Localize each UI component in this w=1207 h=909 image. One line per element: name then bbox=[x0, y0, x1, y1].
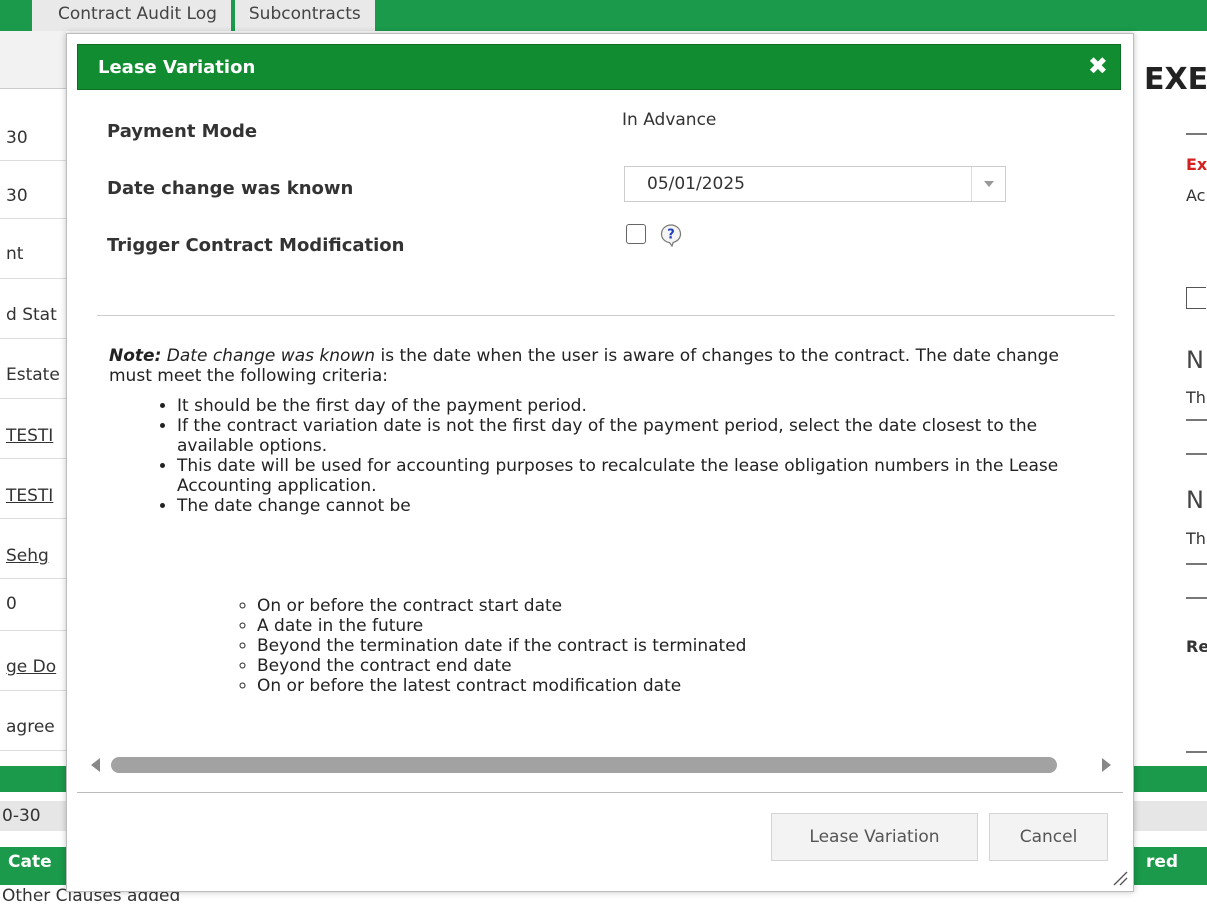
background-left-item: 0 bbox=[6, 594, 17, 614]
cancel-button[interactable]: Cancel bbox=[989, 813, 1108, 861]
background-left-item: nt bbox=[6, 244, 24, 264]
background-divider bbox=[0, 338, 66, 339]
background-divider bbox=[1186, 453, 1207, 455]
background-divider bbox=[0, 690, 66, 691]
list-item: If the contract variation date is not th… bbox=[177, 416, 1087, 456]
trigger-modification-label: Trigger Contract Modification bbox=[107, 235, 405, 256]
background-divider bbox=[1186, 597, 1207, 599]
background-divider bbox=[0, 218, 66, 219]
background-left-item: 30 bbox=[6, 128, 28, 148]
note-text: Note: Date change was known is the date … bbox=[109, 346, 1069, 386]
background-column-header: Cate bbox=[8, 852, 52, 872]
background-right-text: Ac bbox=[1186, 186, 1206, 205]
background-divider bbox=[0, 398, 66, 399]
sub-criteria-list: On or before the contract start date A d… bbox=[217, 596, 1017, 696]
tab-contract-audit-log[interactable]: Contract Audit Log bbox=[28, 0, 231, 31]
background-checkbox[interactable] bbox=[1186, 287, 1206, 309]
help-icon[interactable]: ? bbox=[659, 223, 683, 247]
background-right-text: N bbox=[1186, 346, 1204, 374]
list-item: Beyond the termination date if the contr… bbox=[257, 636, 1017, 656]
horizontal-scrollbar[interactable] bbox=[81, 752, 1127, 776]
background-column-header: red bbox=[1146, 852, 1179, 872]
scrollbar-thumb[interactable] bbox=[111, 757, 1057, 773]
note-prefix: Note: bbox=[109, 346, 162, 366]
chevron-down-icon[interactable] bbox=[971, 167, 1005, 201]
background-divider bbox=[1186, 563, 1207, 565]
payment-mode-value: In Advance bbox=[622, 110, 717, 130]
background-left-item: 30 bbox=[6, 186, 28, 206]
background-right-text: N bbox=[1186, 486, 1204, 514]
close-icon[interactable]: ✖ bbox=[1088, 53, 1108, 79]
payment-mode-label: Payment Mode bbox=[107, 121, 258, 142]
background-heading: EXE bbox=[1144, 62, 1207, 97]
footer-divider bbox=[77, 792, 1123, 793]
date-known-value: 05/01/2025 bbox=[647, 174, 745, 194]
background-left-link[interactable]: TESTI bbox=[6, 426, 66, 446]
background-right-text: Th bbox=[1186, 388, 1206, 407]
lease-variation-button[interactable]: Lease Variation bbox=[771, 813, 978, 861]
background-tabs: Contract Audit Log Subcontracts bbox=[28, 0, 375, 31]
background-divider bbox=[0, 750, 66, 751]
scroll-right-arrow-icon[interactable] bbox=[1102, 758, 1111, 772]
criteria-list: It should be the first day of the paymen… bbox=[147, 396, 1087, 516]
background-right-text: Ex bbox=[1186, 155, 1207, 174]
dialog-header: Lease Variation ✖ bbox=[77, 44, 1121, 90]
background-left-link[interactable]: ge Do bbox=[6, 657, 66, 677]
tab-subcontracts[interactable]: Subcontracts bbox=[230, 0, 375, 31]
scroll-left-arrow-icon[interactable] bbox=[91, 758, 100, 772]
background-divider bbox=[1186, 133, 1207, 135]
background-row-text: 0-30 bbox=[2, 806, 41, 826]
background-divider bbox=[0, 160, 66, 161]
list-item: It should be the first day of the paymen… bbox=[177, 396, 1087, 416]
background-divider bbox=[0, 630, 66, 631]
background-left-header bbox=[0, 31, 66, 89]
note-term: Date change was known bbox=[166, 346, 376, 366]
background-divider bbox=[1186, 419, 1207, 421]
resize-handle-icon[interactable] bbox=[1111, 869, 1129, 887]
list-item: On or before the contract start date bbox=[257, 596, 1017, 616]
background-left-item: agree bbox=[6, 717, 55, 737]
background-divider bbox=[0, 518, 66, 519]
background-divider bbox=[1186, 751, 1207, 753]
list-item: This date will be used for accounting pu… bbox=[177, 456, 1087, 496]
svg-text:?: ? bbox=[667, 228, 675, 243]
background-left-link[interactable]: TESTI bbox=[6, 486, 66, 506]
trigger-modification-checkbox[interactable] bbox=[626, 224, 646, 244]
background-divider bbox=[0, 278, 66, 279]
list-item: On or before the latest contract modific… bbox=[257, 676, 1017, 696]
background-right-text: Th bbox=[1186, 529, 1206, 548]
lease-variation-dialog: Lease Variation ✖ Payment Mode In Advanc… bbox=[66, 33, 1134, 892]
date-known-dropdown[interactable]: 05/01/2025 bbox=[624, 166, 1006, 202]
background-left-item: Estate bbox=[6, 365, 60, 385]
background-left-link[interactable]: Sehg bbox=[6, 546, 66, 566]
list-item: Beyond the contract end date bbox=[257, 656, 1017, 676]
date-known-label: Date change was known bbox=[107, 178, 354, 199]
list-item: A date in the future bbox=[257, 616, 1017, 636]
background-right-text: Re bbox=[1186, 637, 1207, 656]
background-divider bbox=[0, 458, 66, 459]
dialog-title: Lease Variation bbox=[98, 57, 256, 78]
list-item: The date change cannot be bbox=[177, 496, 1087, 516]
background-left-item: d Stat bbox=[6, 305, 57, 325]
background-divider bbox=[0, 578, 66, 579]
form-divider bbox=[97, 315, 1115, 316]
